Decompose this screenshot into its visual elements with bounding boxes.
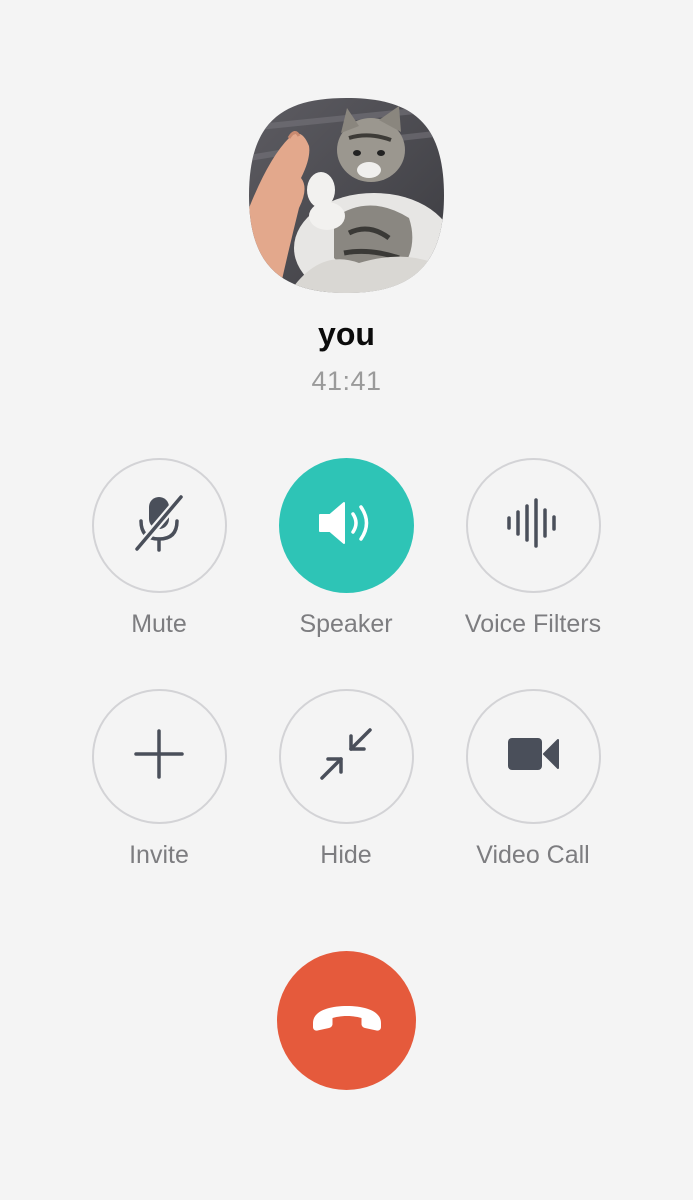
call-duration: 41:41 (311, 366, 382, 396)
soundwave-icon (505, 498, 561, 553)
voice-filters-label: Voice Filters (464, 610, 602, 638)
mute-button-circle[interactable] (91, 458, 227, 593)
mute-button[interactable]: Mute (69, 458, 249, 639)
caller-name: you (318, 316, 375, 352)
end-call-button[interactable] (277, 951, 416, 1090)
video-call-button-circle[interactable] (465, 689, 601, 824)
hide-button[interactable]: Hide (256, 689, 436, 870)
voice-filters-button-circle[interactable] (465, 458, 601, 593)
mic-off-icon (131, 493, 187, 558)
invite-label: Invite (129, 841, 189, 869)
video-call-button[interactable]: Video Call (443, 689, 623, 870)
speaker-icon (316, 498, 376, 553)
phone-hangup-icon (309, 1003, 385, 1038)
plus-icon (134, 729, 184, 784)
video-call-label: Video Call (476, 841, 590, 869)
invite-button[interactable]: Invite (69, 689, 249, 870)
speaker-label: Speaker (299, 610, 393, 638)
invite-button-circle[interactable] (91, 689, 227, 824)
caller-avatar (249, 98, 444, 293)
hide-label: Hide (320, 841, 372, 869)
speaker-button-circle[interactable] (278, 458, 414, 593)
speaker-button[interactable]: Speaker (256, 458, 436, 639)
video-camera-icon (506, 734, 560, 779)
mute-label: Mute (131, 610, 187, 638)
minimize-arrows-icon (318, 726, 374, 787)
hide-button-circle[interactable] (278, 689, 414, 824)
voice-filters-button[interactable]: Voice Filters (443, 458, 623, 639)
